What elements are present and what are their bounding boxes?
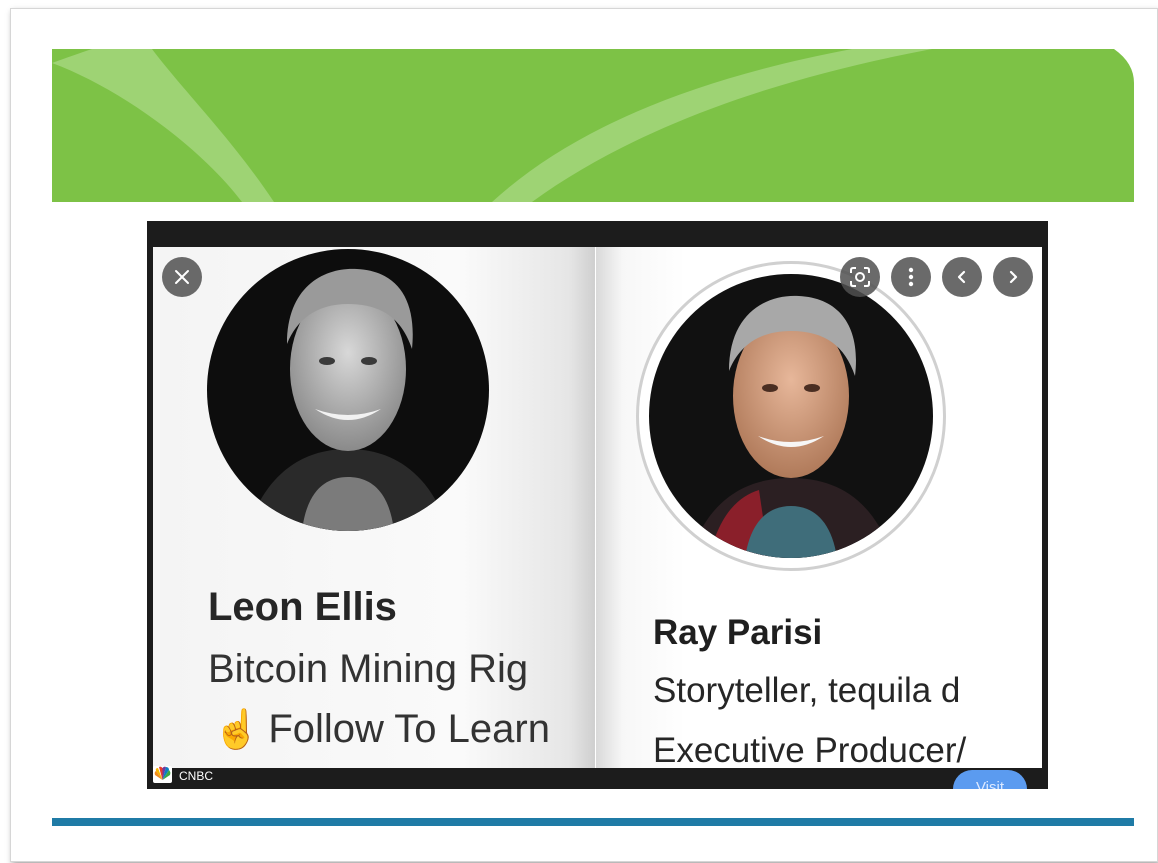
previous-image-button[interactable]: [942, 257, 982, 297]
profile-bio-left-line1: Bitcoin Mining Rig: [208, 647, 529, 691]
lens-icon: [850, 267, 870, 287]
profile-bio-left-line2: ☝ Follow To Learn: [213, 707, 550, 752]
profile-name-left: Leon Ellis: [208, 585, 397, 629]
close-icon: [175, 270, 189, 284]
slide-header-banner: [52, 49, 1134, 202]
profile-name-right: Ray Parisi: [653, 613, 823, 652]
pointing-up-emoji-icon: ☝: [213, 709, 261, 751]
chevron-left-icon: [957, 270, 966, 284]
more-options-button[interactable]: [891, 257, 931, 297]
chevron-right-icon: [1009, 270, 1018, 284]
avatar-left: [207, 249, 489, 531]
screenshot-photo: Leon Ellis Bitcoin Mining Rig ☝ Follow To…: [153, 247, 1042, 768]
visit-button[interactable]: Visit: [953, 770, 1027, 789]
image-viewer: Leon Ellis Bitcoin Mining Rig ☝ Follow To…: [147, 221, 1048, 789]
close-button[interactable]: [162, 257, 202, 297]
cnbc-peacock-logo-icon: [153, 766, 172, 783]
next-image-button[interactable]: [993, 257, 1033, 297]
source-bar: [147, 768, 1048, 789]
profile-bio-left-line2-text: Follow To Learn: [268, 707, 550, 751]
slide-footer-line: [52, 818, 1134, 826]
source-name[interactable]: CNBC: [179, 769, 213, 783]
avatar-right: [649, 274, 933, 558]
more-vert-icon: [908, 267, 914, 287]
profile-bio-right-line1: Storyteller, tequila d: [653, 671, 961, 710]
profile-bio-right-line2: Executive Producer/: [653, 731, 967, 768]
lens-search-button[interactable]: [840, 257, 880, 297]
